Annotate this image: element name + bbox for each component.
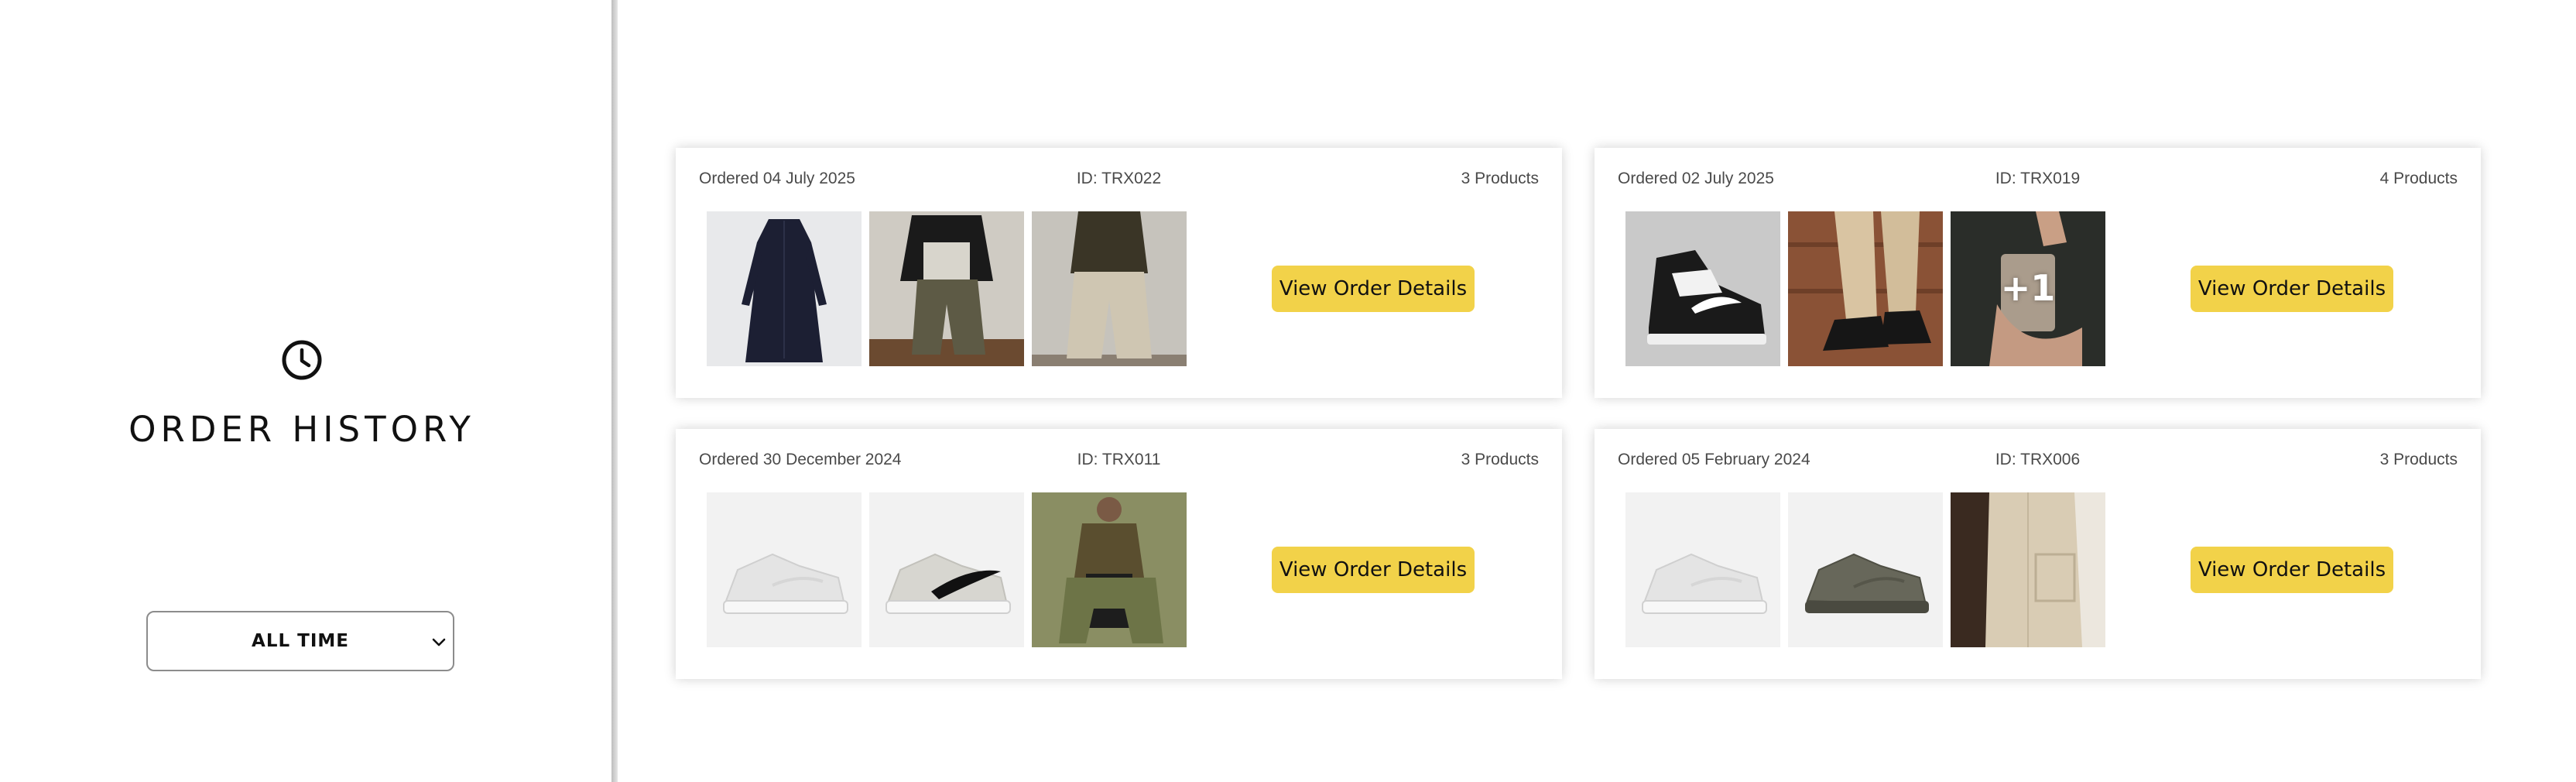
order-date: Ordered 05 February 2024 — [1618, 451, 1810, 468]
product-thumbnail-sneaker-high[interactable] — [1625, 211, 1780, 366]
order-product-count: 3 Products — [1461, 451, 1539, 468]
product-thumbnail-dress[interactable] — [707, 211, 862, 366]
product-thumbnail-white-sneaker[interactable] — [707, 492, 862, 647]
page-title: ORDER HISTORY — [128, 409, 475, 450]
product-thumbnail-shoes-outfit[interactable] — [1788, 211, 1943, 366]
order-date: Ordered 30 December 2024 — [699, 451, 902, 468]
view-order-details-button[interactable]: View Order Details — [1272, 266, 1475, 312]
order-product-count: 3 Products — [2379, 451, 2458, 468]
order-product-count: 3 Products — [1461, 170, 1539, 187]
more-products-badge: +1 — [2000, 267, 2056, 309]
time-filter-select[interactable]: ALL TIME — [146, 611, 454, 671]
time-filter-value: ALL TIME — [252, 631, 349, 651]
chevron-down-icon — [432, 638, 446, 647]
sidebar-divider — [611, 0, 618, 782]
view-order-details-button[interactable]: View Order Details — [2191, 266, 2393, 312]
order-date: Ordered 04 July 2025 — [699, 170, 855, 187]
product-thumbnail-beige-outfit[interactable] — [1951, 492, 2105, 647]
sidebar: ORDER HISTORY ALL TIME — [0, 0, 611, 782]
product-thumbnail-jacket-pants[interactable] — [869, 211, 1024, 366]
order-date: Ordered 02 July 2025 — [1618, 170, 1774, 187]
view-order-details-button[interactable]: View Order Details — [1272, 547, 1475, 593]
order-card: Ordered 30 December 2024 ID: TRX011 3 Pr… — [676, 429, 1562, 679]
clock-icon — [282, 340, 322, 380]
product-thumbnail-trousers[interactable] — [1032, 211, 1187, 366]
order-card: Ordered 02 July 2025 ID: TRX019 4 Produc… — [1595, 148, 2481, 398]
order-card: Ordered 05 February 2024 ID: TRX006 3 Pr… — [1595, 429, 2481, 679]
product-thumbnail-olive-sneaker[interactable] — [1788, 492, 1943, 647]
product-thumbnail-swoosh-sneaker[interactable] — [869, 492, 1024, 647]
order-product-count: 4 Products — [2379, 170, 2458, 187]
product-thumbnail-olive-outfit[interactable] — [1032, 492, 1187, 647]
order-card: Ordered 04 July 2025 ID: TRX022 3 Produc… — [676, 148, 1562, 398]
product-thumbnail-white-sneaker[interactable] — [1625, 492, 1780, 647]
product-thumbnail-perfume[interactable]: +1 — [1951, 211, 2105, 366]
view-order-details-button[interactable]: View Order Details — [2191, 547, 2393, 593]
